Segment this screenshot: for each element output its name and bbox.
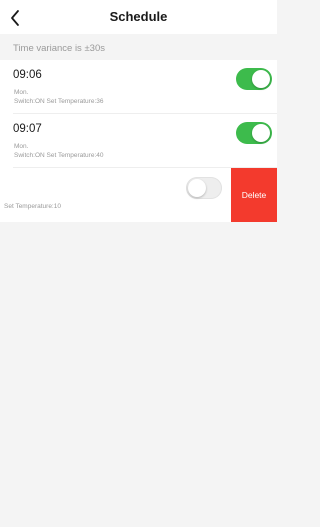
- schedule-detail: Switch:ON Set Temperature:36: [14, 98, 104, 105]
- delete-button[interactable]: Delete: [231, 168, 277, 222]
- schedule-days: Mon.: [14, 143, 29, 150]
- schedule-toggle[interactable]: [186, 177, 222, 199]
- toggle-knob: [252, 124, 270, 142]
- schedule-item-swiped[interactable]: Set Temperature:10 Delete: [0, 168, 277, 222]
- toggle-knob: [188, 179, 206, 197]
- variance-text: Time variance is ±30s: [13, 43, 105, 54]
- schedule-detail: Set Temperature:10: [4, 203, 61, 210]
- schedule-screen: Schedule Time variance is ±30s 09:06 Mon…: [0, 0, 277, 527]
- schedule-item[interactable]: 09:06 Mon. Switch:ON Set Temperature:36: [0, 60, 277, 114]
- schedule-time: 09:07: [13, 123, 42, 135]
- empty-area: [0, 222, 277, 527]
- variance-banner: Time variance is ±30s: [0, 38, 277, 60]
- schedule-days: Mon.: [14, 89, 29, 96]
- schedule-detail: Switch:ON Set Temperature:40: [14, 152, 104, 159]
- header-bar: Schedule: [0, 0, 277, 34]
- schedule-toggle[interactable]: [236, 122, 272, 144]
- schedule-item[interactable]: 09:07 Mon. Switch:ON Set Temperature:40: [0, 114, 277, 168]
- toggle-knob: [252, 70, 270, 88]
- schedule-toggle[interactable]: [236, 68, 272, 90]
- page-title: Schedule: [109, 9, 168, 24]
- schedule-time: 09:06: [13, 69, 42, 81]
